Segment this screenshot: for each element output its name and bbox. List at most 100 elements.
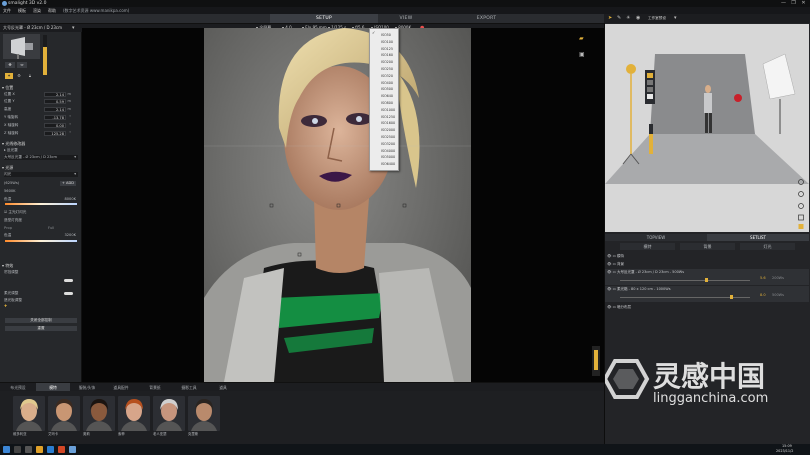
taskview-icon[interactable] [25, 446, 32, 453]
subtab-lights[interactable]: 灯光 [740, 243, 795, 250]
search-icon[interactable] [14, 446, 21, 453]
iso-option[interactable]: ISO2500 [381, 135, 395, 139]
iso-option[interactable]: ISO2000 [381, 128, 395, 132]
tab-view[interactable]: VIEW [378, 14, 434, 23]
subtab-models[interactable]: 模特 [620, 243, 675, 250]
tab-export[interactable]: EXPORT [434, 14, 539, 23]
setlist-item-background[interactable]: 👁︎ ▭ 背景 [605, 261, 809, 268]
app-icon[interactable] [69, 446, 76, 453]
lock-icon[interactable]: 🔒︎ [26, 73, 34, 79]
studio-3d-view[interactable] [605, 24, 809, 232]
close-all-controls-button[interactable]: 关闭全部控制 [5, 318, 77, 323]
iso-option[interactable]: ISO400 [381, 81, 393, 85]
iso-option[interactable]: ISO1000 [381, 108, 395, 112]
model-thumbnail[interactable] [13, 396, 45, 431]
tab-setup[interactable]: SETUP [270, 14, 378, 23]
eye-icon[interactable]: 👁︎ [607, 270, 611, 274]
flash-mode-row[interactable]: ☑ 主光灯闪光 [4, 210, 78, 215]
iso-option[interactable]: ISO100 [381, 40, 393, 44]
office-icon[interactable] [58, 446, 65, 453]
iso-option[interactable]: ISO160 [381, 53, 393, 57]
iso-option[interactable]: ISO200 [381, 60, 393, 64]
model-thumbnail[interactable] [118, 396, 150, 431]
iso-option[interactable]: ISO250 [381, 67, 393, 71]
iso-option[interactable]: ISO800 [381, 101, 393, 105]
rot-z-input[interactable]: 125.28 [44, 131, 66, 136]
prop-full-row: Prop Full [4, 226, 78, 231]
chevron-down-icon[interactable]: ▾ [72, 24, 75, 32]
subtab-background[interactable]: 背景 [680, 243, 735, 250]
light-on-button[interactable]: ✦ [5, 73, 13, 79]
edge-icon[interactable] [47, 446, 54, 453]
chevron-down-icon[interactable]: ▾ [674, 14, 677, 22]
light-type-select[interactable]: 闪光 ▾ [4, 172, 78, 177]
iso-option[interactable]: ISO500 [381, 87, 393, 91]
aim-tool-button[interactable]: ⇔ [17, 62, 27, 68]
move-tool-button[interactable]: ✥ [5, 62, 15, 68]
fx-add-icon[interactable]: ✚ [4, 304, 78, 309]
menu-file[interactable]: 文件 [3, 7, 11, 14]
iso-option[interactable]: ISO1250 [381, 115, 395, 119]
iso-dropdown[interactable]: ✓ ISO50 ISO100 ISO125 ISO160 ISO200 ISO250 ISO… [369, 28, 399, 171]
modifier-select[interactable]: 大号反光罩 - Ø 23cm / D 23cm ▾ [4, 155, 78, 160]
camera-icon[interactable]: ◉ [636, 14, 640, 22]
setlist-item-layer[interactable]: 👁︎ ▭ 暗分布层 [605, 304, 809, 311]
zoom-slider[interactable] [592, 346, 600, 376]
fx2-toggle[interactable] [64, 292, 73, 295]
model-thumbnail[interactable] [153, 396, 185, 431]
section-position-title[interactable]: ▾ 位置 [2, 85, 13, 91]
section-modifier-title[interactable]: ▾ 光线修改器 [2, 141, 25, 147]
start-icon[interactable] [3, 446, 10, 453]
model-thumbnail[interactable] [83, 396, 115, 431]
section-light-title[interactable]: ▾ 光源 [2, 165, 13, 171]
fx1-toggle[interactable] [64, 279, 73, 282]
cursor-icon[interactable]: ➤ [608, 14, 612, 22]
rot-x-input[interactable]: 0.00 [44, 123, 66, 128]
setlist-item-light2[interactable]: 👁︎ ▭ 柔光箱 - 80 x 120 cm - 1000Ws 8.0 500W… [605, 286, 809, 302]
settings-icon[interactable]: ⚙ [15, 73, 23, 79]
eye-icon[interactable]: 👁︎ [607, 287, 611, 291]
temp2-max: 3200K [64, 233, 76, 237]
close-button[interactable]: ✕ [799, 0, 808, 7]
eye-icon[interactable]: 👁︎ [607, 305, 611, 309]
screenshot-icon[interactable]: ▣ [579, 51, 588, 58]
menu-render[interactable]: 渲染 [33, 7, 41, 14]
light-icon[interactable]: ☀ [626, 14, 630, 22]
setlist-item-light1[interactable]: 👁︎ ▭ 大号反光罩 - Ø 23cm / D 23cm - 500Ws 5.6… [605, 269, 809, 285]
menu-help[interactable]: 帮助 [48, 7, 56, 14]
folder-icon[interactable] [36, 446, 43, 453]
menu-template[interactable]: 模板 [18, 7, 26, 14]
height-input[interactable]: 2.14 [44, 107, 66, 112]
pencil-icon[interactable]: ✎ [617, 14, 621, 22]
section-fx-title[interactable]: ▾ 特效 [2, 263, 13, 269]
eye-icon[interactable]: 👁︎ [607, 262, 611, 266]
color-temp2-slider[interactable] [5, 240, 77, 242]
iso-option[interactable]: ISO640 [381, 94, 393, 98]
iso-option[interactable]: ISO1600 [381, 121, 395, 125]
iso-option[interactable]: ISO3200 [381, 142, 395, 146]
iso-option[interactable]: ISO125 [381, 47, 393, 51]
eye-icon[interactable]: 👁︎ [607, 254, 611, 258]
model-name: 索菲 [118, 432, 125, 436]
reset-button[interactable]: 重置 [5, 326, 77, 331]
modifier-type-row[interactable]: ▸ 反光罩 [4, 148, 78, 153]
maximize-button[interactable]: ❐ [789, 0, 798, 7]
pos-x-input[interactable]: 2.14 [44, 92, 66, 97]
iso-option[interactable]: ISO6400 [381, 162, 395, 166]
iso-option[interactable]: ISO50 [381, 33, 391, 37]
model-thumbnail[interactable] [48, 396, 80, 431]
iso-option[interactable]: ISO320 [381, 74, 393, 78]
color-temp-slider[interactable] [5, 203, 77, 205]
minimize-button[interactable]: — [779, 0, 788, 7]
setlist-item-models[interactable]: 👁︎ ▭ 模特 [605, 253, 809, 260]
model-thumbnail[interactable] [188, 396, 220, 431]
iso-option[interactable]: ISO5000 [381, 155, 395, 159]
tab-topview[interactable]: TOPVIEW [605, 234, 707, 241]
rot-y-input[interactable]: -13.78 [44, 115, 66, 120]
iso-option[interactable]: ISO4000 [381, 149, 395, 153]
camera-icon[interactable]: ▰ [579, 35, 588, 42]
pos-y-input[interactable]: 0.59 [44, 99, 66, 104]
add-button[interactable]: + ADD [59, 181, 76, 186]
power-slider[interactable] [43, 35, 47, 75]
tab-setlist[interactable]: SETLIST [707, 234, 809, 241]
